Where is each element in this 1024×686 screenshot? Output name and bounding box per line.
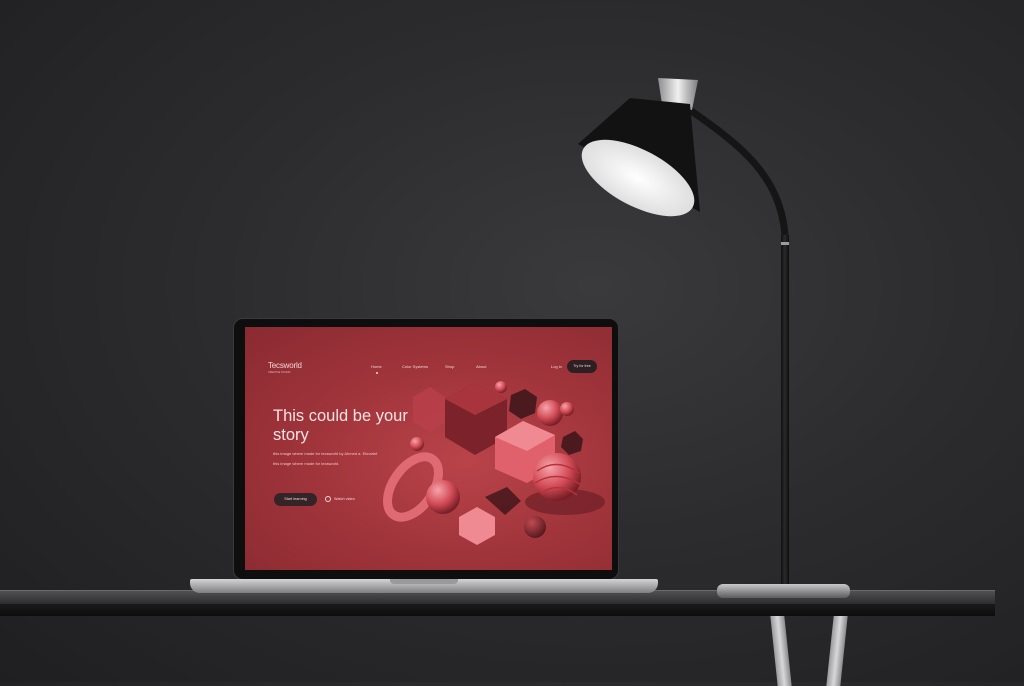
- desk-edge: [0, 604, 995, 616]
- login-link[interactable]: Log in: [551, 364, 562, 369]
- nav-link-about[interactable]: About: [476, 364, 486, 369]
- site-logo[interactable]: Tecsworld: [268, 361, 302, 370]
- nav-link-shop[interactable]: Shop: [445, 364, 454, 369]
- nav-active-indicator: [376, 372, 378, 374]
- hero-description: this image where made for tecsworld by A…: [273, 451, 378, 456]
- try-free-button[interactable]: Try for free: [567, 360, 597, 373]
- watch-video-button[interactable]: Watch video: [325, 493, 355, 506]
- sphere: [426, 480, 460, 514]
- site-logo-tagline: CREATIVE STUDIO: [268, 371, 291, 374]
- dark-cube-small: [509, 389, 537, 419]
- scene: Tecsworld CREATIVE STUDIO Home Color Sys…: [0, 0, 1024, 686]
- laptop-screen: Tecsworld CREATIVE STUDIO Home Color Sys…: [245, 327, 612, 570]
- laptop-notch: [390, 579, 458, 584]
- site-nav: Tecsworld CREATIVE STUDIO Home Color Sys…: [245, 327, 612, 374]
- hero-description-secondary: this image where made for tecsworld.: [273, 461, 340, 466]
- nav-link-home[interactable]: Home: [371, 364, 382, 369]
- pink-cube-small: [459, 507, 495, 545]
- lamp-shade: [578, 78, 700, 217]
- hero-headline: This could be your story: [273, 407, 408, 444]
- watch-video-label: Watch video: [334, 497, 355, 501]
- lamp-base: [717, 584, 850, 598]
- play-circle-icon: [325, 496, 331, 502]
- lamp-band: [781, 242, 789, 245]
- start-learning-button[interactable]: Start learning: [274, 493, 317, 506]
- lamp-pole: [781, 235, 789, 590]
- nav-link-color-systems[interactable]: Color Systems: [402, 364, 428, 369]
